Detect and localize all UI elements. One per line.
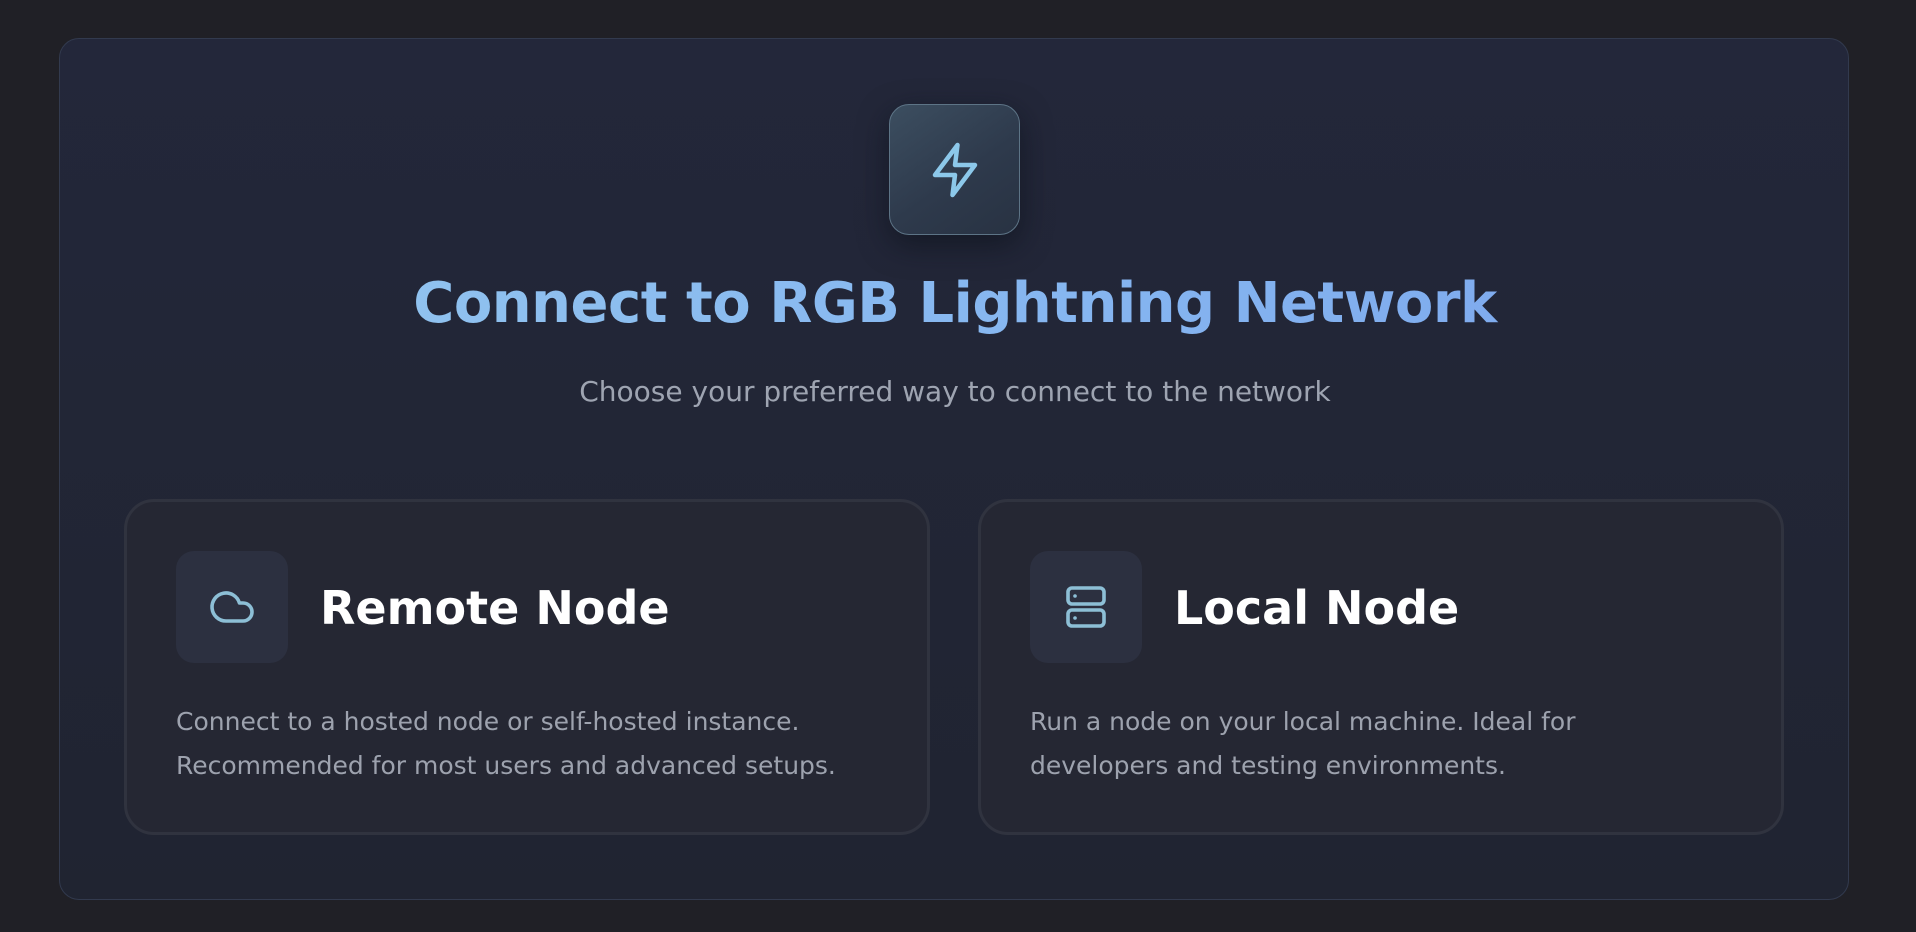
cloud-icon [210, 591, 254, 623]
remote-node-card[interactable]: Remote Node Connect to a hosted node or … [124, 499, 930, 835]
server-icon [1066, 586, 1106, 628]
page-subtitle: Choose your preferred way to connect to … [579, 375, 1331, 408]
local-node-icon-box [1030, 551, 1142, 663]
local-node-title: Local Node [1174, 581, 1460, 635]
connect-panel: Connect to RGB Lightning Network Choose … [59, 38, 1849, 900]
local-node-description-line2: developers and testing environments. [1030, 751, 1506, 780]
local-node-description-line1: Run a node on your local machine. Ideal … [1030, 707, 1576, 736]
local-node-description: Run a node on your local machine. Ideal … [1030, 700, 1750, 788]
remote-node-description-line1: Connect to a hosted node or self-hosted … [176, 707, 800, 736]
lightning-bolt-icon [932, 142, 977, 197]
remote-node-description: Connect to a hosted node or self-hosted … [176, 700, 896, 788]
remote-node-icon-box [176, 551, 288, 663]
local-node-card[interactable]: Local Node Run a node on your local mach… [978, 499, 1784, 835]
remote-node-description-line2: Recommended for most users and advanced … [176, 751, 836, 780]
lightning-badge [889, 104, 1020, 235]
page-title: Connect to RGB Lightning Network [60, 271, 1850, 336]
remote-node-title: Remote Node [320, 581, 670, 635]
